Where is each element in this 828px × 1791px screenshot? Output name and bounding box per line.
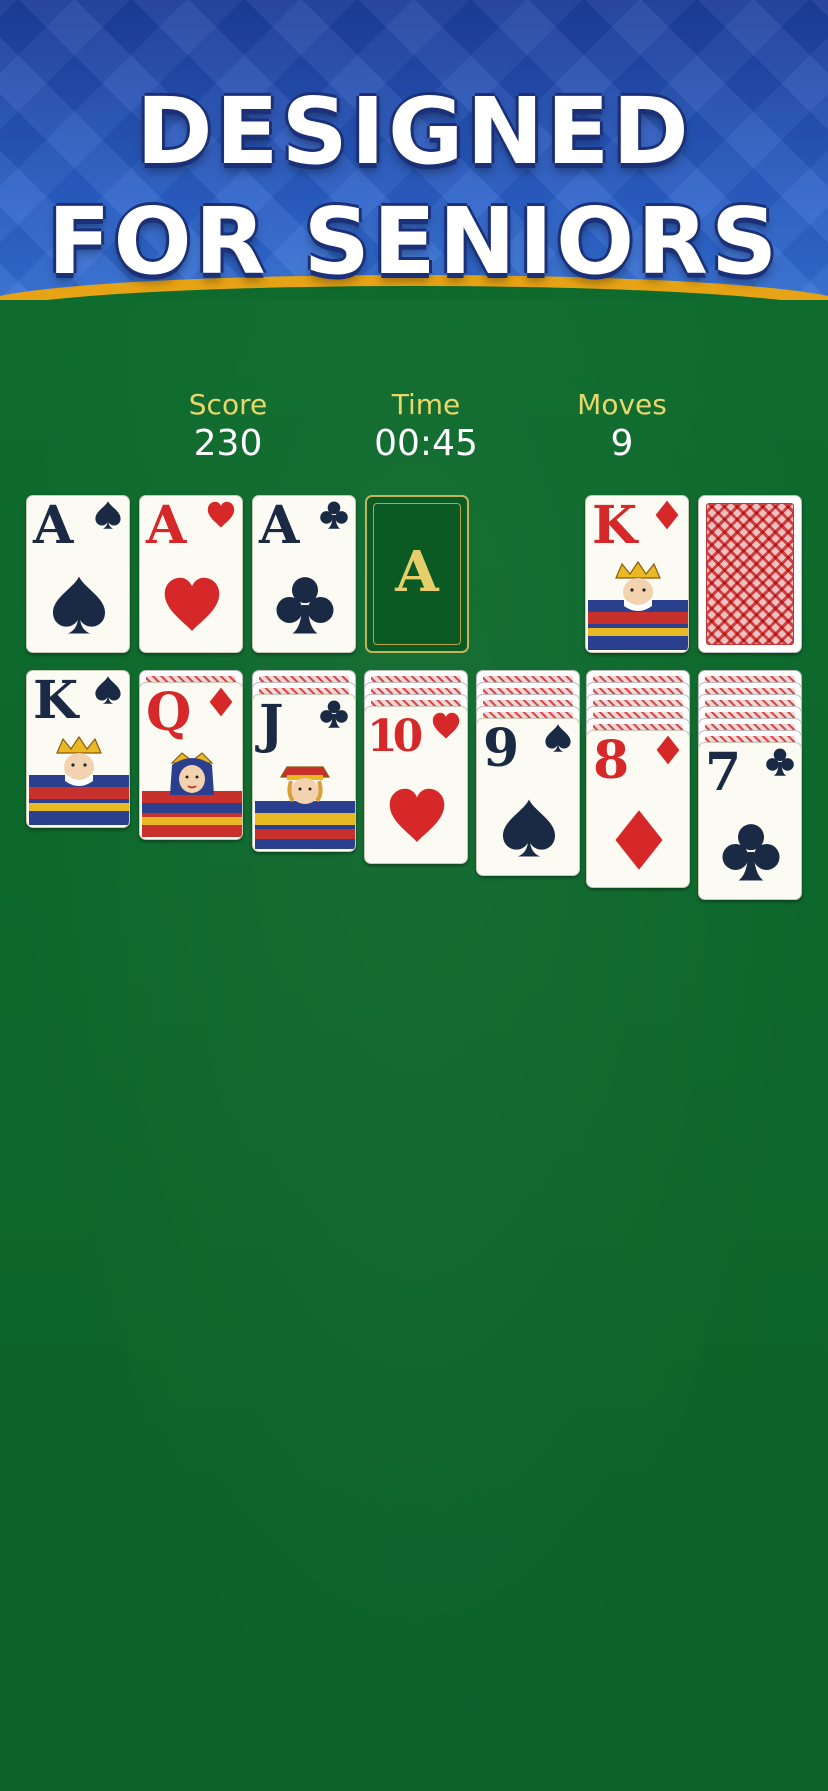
tableau-col-4-ten-of-hearts[interactable]: 10 (364, 706, 468, 864)
card-rank: K (592, 495, 638, 556)
diamond-icon (652, 500, 682, 530)
time-value: 00:45 (374, 423, 478, 464)
card-rank: 9 (483, 718, 520, 779)
card-rank: Q (146, 682, 192, 743)
heart-icon (206, 500, 236, 530)
spade-icon (48, 574, 110, 636)
club-icon (720, 821, 782, 883)
king-portrait-icon (29, 735, 129, 825)
foundation-ace-of-spades[interactable]: A (26, 495, 130, 653)
score-label: Score (188, 388, 268, 421)
waste-king-of-diamonds[interactable]: K (585, 495, 689, 653)
heart-icon (431, 711, 461, 741)
moves-value: 9 (610, 423, 634, 464)
tableau-col-1-king-of-spades[interactable]: K (26, 670, 130, 828)
tableau-col-5-nine-of-spades[interactable]: 9 (476, 718, 580, 876)
headline-line-1: DESIGNED (136, 78, 692, 185)
heart-icon (161, 574, 223, 636)
foundation-ace-of-hearts[interactable]: A (139, 495, 243, 653)
spade-icon (543, 723, 573, 753)
spade-icon (93, 500, 123, 530)
stock-pile[interactable] (698, 495, 802, 653)
jack-portrait-icon (255, 759, 355, 849)
tableau-col-3-jack-of-clubs[interactable]: J (252, 694, 356, 852)
moves-label: Moves (577, 388, 667, 421)
card-rank: A (259, 495, 300, 556)
score-stat: Score 230 (148, 388, 308, 466)
tableau-col-7-seven-of-clubs[interactable]: 7 (698, 742, 802, 900)
king-portrait-icon (588, 560, 688, 650)
card-rank: A (146, 495, 187, 556)
time-label: Time (391, 388, 461, 421)
card-back-pattern (706, 503, 794, 645)
card-rank: 10 (367, 711, 423, 762)
diamond-icon (206, 687, 236, 717)
tableau-col-2-queen-of-diamonds[interactable]: Q (139, 682, 243, 840)
queen-portrait-icon (142, 747, 242, 837)
moves-stat: Moves 9 (542, 388, 702, 466)
club-icon (765, 747, 795, 777)
foundation-empty-slot[interactable]: A (365, 495, 469, 653)
spade-icon (93, 675, 123, 705)
card-rank: K (33, 670, 79, 731)
club-icon (319, 500, 349, 530)
card-rank: 7 (705, 742, 742, 803)
heart-icon (386, 785, 448, 847)
time-stat: Time 00:45 (346, 388, 506, 466)
tableau-col-6-eight-of-diamonds[interactable]: 8 (586, 730, 690, 888)
spade-icon (498, 797, 560, 859)
headline-line-2: FOR SENIORS (47, 188, 781, 295)
score-value: 230 (193, 423, 263, 464)
club-icon (319, 699, 349, 729)
club-icon (274, 574, 336, 636)
card-rank: 8 (593, 730, 630, 791)
diamond-icon (653, 735, 683, 765)
promo-banner: DESIGNED FOR SENIORS (0, 0, 828, 320)
foundation-ace-of-clubs[interactable]: A (252, 495, 356, 653)
slot-ace-placeholder: A (395, 539, 439, 605)
card-rank: A (33, 495, 74, 556)
card-rank: J (259, 694, 284, 755)
diamond-icon (608, 809, 670, 871)
